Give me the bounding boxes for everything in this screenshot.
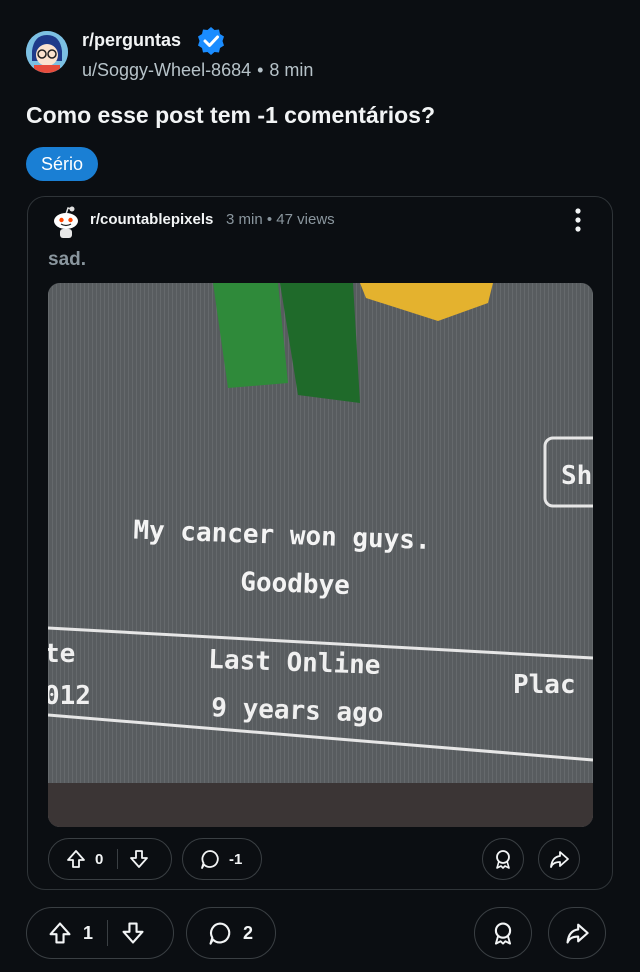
crosspost-subreddit[interactable]: r/countablepixels xyxy=(90,211,213,228)
byline-separator: • xyxy=(257,60,264,80)
vote-divider xyxy=(107,920,109,946)
post-share-button[interactable] xyxy=(548,907,606,959)
crosspost-age: 3 min xyxy=(226,211,263,228)
snoo-avatar-icon xyxy=(54,206,78,238)
post-vote-count: 1 xyxy=(83,922,94,943)
post-byline: u/Soggy-Wheel-8684 • 8 min xyxy=(82,60,313,81)
crosspost-comment-count: -1 xyxy=(229,850,243,868)
upvote-arrow-icon[interactable] xyxy=(47,920,73,946)
upvote-arrow-icon[interactable] xyxy=(65,848,87,870)
image-col-mid-value: 9 years ago xyxy=(211,693,384,729)
image-col-right-head: Plac xyxy=(513,670,576,700)
crosspost-meta: 3 min • 47 views xyxy=(226,211,335,228)
post-vote-pill: 1 xyxy=(26,907,174,959)
verified-badge-icon xyxy=(198,27,224,55)
image-col-mid-head: Last Online xyxy=(208,645,381,681)
award-icon xyxy=(494,922,512,945)
post-flair[interactable]: Sério xyxy=(26,147,99,181)
post-comment-count: 2 xyxy=(243,922,254,943)
avatar-image xyxy=(26,31,68,73)
post-age: 8 min xyxy=(269,60,314,80)
downvote-arrow-icon[interactable] xyxy=(120,920,146,946)
post-award-button[interactable] xyxy=(474,907,532,959)
share-arrow-icon xyxy=(550,851,569,868)
crosspost-vote-pill: 0 xyxy=(48,838,172,880)
crosspost-award-button[interactable] xyxy=(482,838,524,880)
crosspost-comments-button[interactable]: -1 xyxy=(182,838,262,880)
downvote-arrow-icon[interactable] xyxy=(128,848,150,870)
crosspost-share-button[interactable] xyxy=(538,838,580,880)
image-col-left-head: te xyxy=(48,639,75,669)
comment-bubble-icon xyxy=(201,850,219,869)
crosspost-views: 47 views xyxy=(276,211,335,228)
crosspost-vote-count: 0 xyxy=(95,850,104,868)
image-message-line2: Goodbye xyxy=(240,567,351,601)
crosspost-image[interactable]: Sh My cancer won guys. Goodbye te 012 La… xyxy=(48,283,593,827)
more-vertical-icon[interactable] xyxy=(568,205,588,235)
crosspost-body-text: sad. xyxy=(48,249,87,270)
share-arrow-icon xyxy=(566,923,589,944)
subreddit-avatar[interactable] xyxy=(26,31,68,73)
author-name[interactable]: u/Soggy-Wheel-8684 xyxy=(82,60,251,80)
crosspost-card[interactable]: r/countablepixels 3 min • 47 views sad. xyxy=(27,196,613,890)
comment-bubble-icon xyxy=(209,922,231,945)
vote-divider xyxy=(117,849,119,869)
partial-button-text: Sh xyxy=(561,461,592,491)
award-icon xyxy=(496,850,510,869)
post-comments-button[interactable]: 2 xyxy=(186,907,276,959)
subreddit-name[interactable]: r/perguntas xyxy=(82,30,181,51)
crosspost-separator: • xyxy=(266,211,273,228)
image-col-left-value: 012 xyxy=(48,681,91,711)
post-title[interactable]: Como esse post tem -1 comentários? xyxy=(26,102,435,129)
screenshot-photo: Sh My cancer won guys. Goodbye te 012 La… xyxy=(48,283,593,827)
